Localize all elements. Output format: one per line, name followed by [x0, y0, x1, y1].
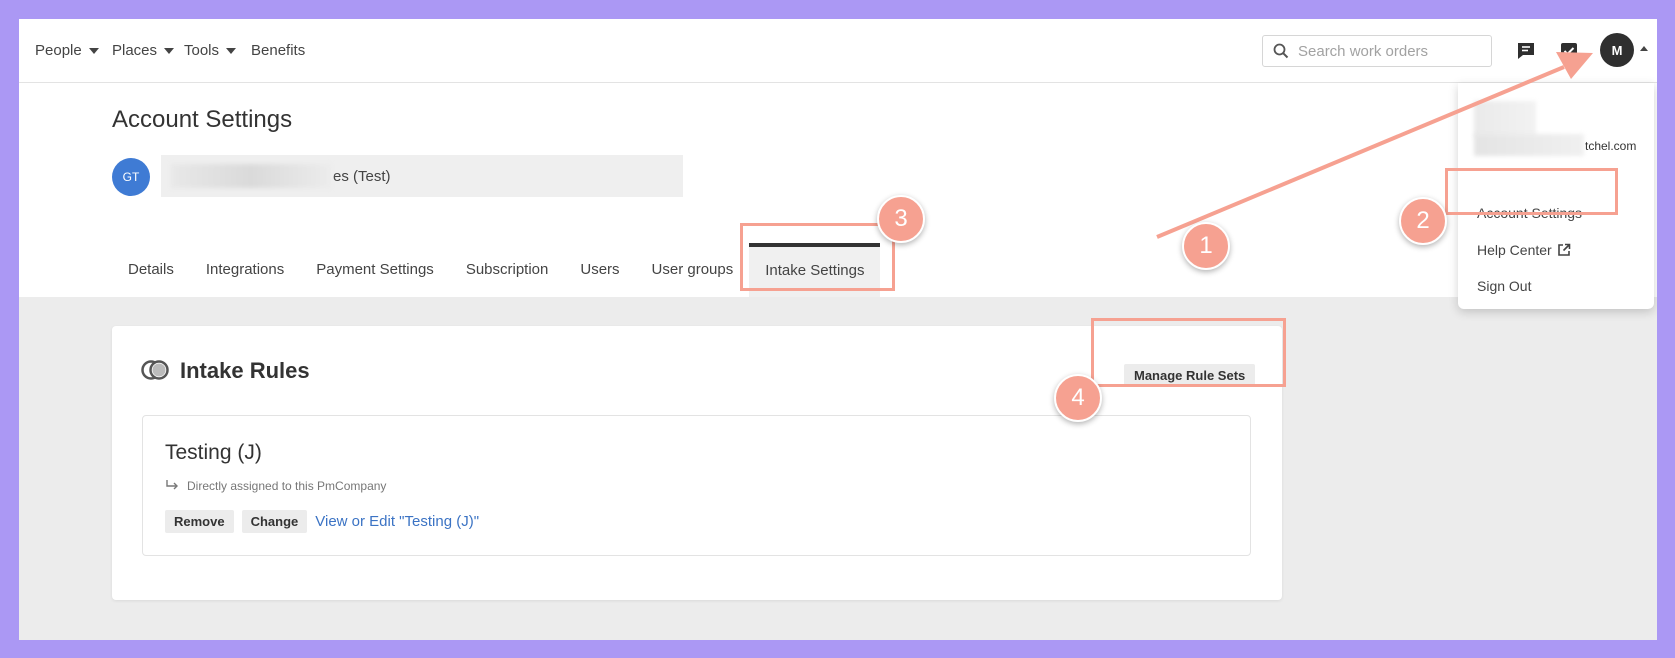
tasks-checkbox-icon[interactable]	[1559, 41, 1579, 61]
tab-details[interactable]: Details	[112, 243, 190, 297]
nav-places-label: Places	[112, 42, 158, 59]
overlapping-circles-icon	[141, 360, 169, 380]
rule-actions: Remove Change View or Edit "Testing (J)"	[165, 510, 479, 533]
step-badge-3: 3	[877, 195, 925, 243]
redacted-account-name	[171, 164, 331, 188]
messages-icon[interactable]	[1516, 41, 1536, 61]
rule-set-name: Testing (J)	[165, 441, 262, 464]
menu-item-help-center[interactable]: Help Center	[1477, 242, 1571, 258]
app-window: People Places Tools Benefits M Account S…	[19, 19, 1657, 640]
step-badge-1: 1	[1182, 222, 1230, 270]
account-name-suffix: es (Test)	[333, 167, 391, 185]
account-avatar: GT	[112, 158, 150, 196]
page-header: Account Settings GT es (Test) Details In…	[19, 83, 1657, 297]
remove-button[interactable]: Remove	[165, 510, 234, 533]
step-badge-2: 2	[1399, 197, 1447, 245]
top-navigation: People Places Tools Benefits M	[19, 19, 1657, 83]
rule-assignment: Directly assigned to this PmCompany	[165, 479, 386, 493]
tab-user-groups[interactable]: User groups	[636, 243, 750, 297]
change-button[interactable]: Change	[241, 510, 308, 533]
tab-payment-settings[interactable]: Payment Settings	[300, 243, 450, 297]
redacted-user-email	[1474, 134, 1584, 156]
user-avatar-button[interactable]: M	[1600, 33, 1634, 67]
view-edit-rule-link[interactable]: View or Edit "Testing (J)"	[315, 513, 479, 530]
account-avatar-initials: GT	[122, 170, 140, 184]
tab-users[interactable]: Users	[564, 243, 635, 297]
nav-benefits-label: Benefits	[251, 42, 306, 59]
tab-integrations[interactable]: Integrations	[190, 243, 300, 297]
nav-places-menu[interactable]: Places	[112, 42, 175, 59]
external-link-icon	[1557, 243, 1571, 256]
intake-rules-card: Intake Rules Manage Rule Sets Testing (J…	[112, 326, 1282, 600]
menu-item-account-settings[interactable]: Account Settings	[1477, 205, 1582, 221]
nav-people-menu[interactable]: People	[35, 42, 99, 59]
step-badge-4: 4	[1054, 374, 1102, 422]
intake-rules-title: Intake Rules	[180, 358, 310, 383]
user-email-fragment: tchel.com	[1585, 139, 1637, 153]
settings-tabs: Details Integrations Payment Settings Su…	[112, 243, 881, 297]
return-arrow-icon	[166, 480, 178, 490]
rule-assignment-text: Directly assigned to this PmCompany	[187, 479, 387, 493]
menu-item-label: Account Settings	[1477, 205, 1583, 221]
redacted-user-name	[1474, 101, 1536, 137]
caret-up-icon	[1640, 46, 1648, 51]
manage-rule-sets-button[interactable]: Manage Rule Sets	[1124, 364, 1256, 387]
menu-item-label: Help Center	[1477, 242, 1552, 258]
caret-down-icon	[226, 47, 237, 54]
nav-tools-menu[interactable]: Tools	[184, 42, 237, 59]
tab-subscription[interactable]: Subscription	[450, 243, 565, 297]
nav-people-label: People	[35, 42, 82, 59]
menu-item-label: Sign Out	[1477, 278, 1532, 294]
menu-item-sign-out[interactable]: Sign Out	[1477, 278, 1531, 294]
tab-intake-settings[interactable]: Intake Settings	[749, 243, 881, 297]
user-dropdown-menu: tchel.com Account Settings Help Center S…	[1458, 83, 1654, 309]
search-input[interactable]	[1298, 42, 1478, 60]
rule-set-item: Testing (J) Directly assigned to this Pm…	[142, 415, 1251, 556]
page-title: Account Settings	[112, 106, 293, 133]
search-box	[1262, 35, 1492, 67]
nav-tools-label: Tools	[184, 42, 220, 59]
caret-down-icon	[164, 47, 175, 54]
search-icon	[1273, 43, 1289, 59]
nav-benefits-link[interactable]: Benefits	[251, 42, 305, 59]
caret-down-icon	[88, 47, 99, 54]
user-avatar-initial: M	[1611, 42, 1623, 58]
account-name: es (Test)	[161, 155, 683, 197]
